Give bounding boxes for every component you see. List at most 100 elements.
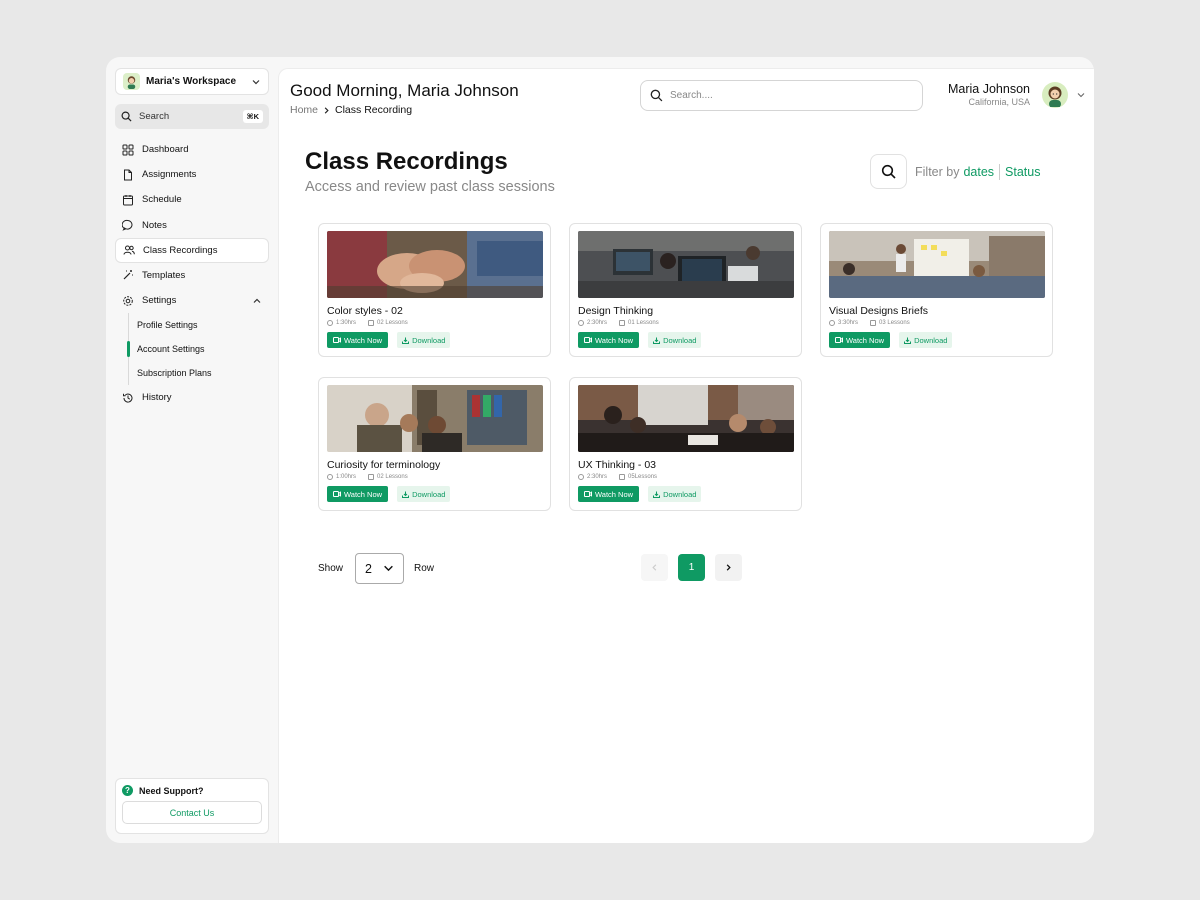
chevron-up-icon[interactable] xyxy=(252,296,262,306)
prev-page-button[interactable] xyxy=(641,554,668,581)
sidebar-item-templates[interactable]: Templates xyxy=(115,263,269,288)
avatar[interactable] xyxy=(1042,82,1068,108)
chevron-right-icon xyxy=(726,564,731,571)
filter-dates-link[interactable]: dates xyxy=(963,165,994,179)
sidebar-item-schedule[interactable]: Schedule xyxy=(115,187,269,212)
book-icon xyxy=(870,320,877,326)
video-icon xyxy=(333,491,341,497)
recording-meta: 1:00hrs 02 Lessons xyxy=(327,474,542,480)
sidebar-item-history[interactable]: History xyxy=(115,385,269,410)
recording-title: Visual Designs Briefs xyxy=(829,305,929,317)
grid-icon xyxy=(122,144,134,155)
workspace-switcher[interactable]: Maria's Workspace xyxy=(115,68,269,95)
recording-card[interactable]: Curiosity for terminology 1:00hrs 02 Les… xyxy=(318,377,551,511)
rows-select[interactable]: 2 xyxy=(355,553,405,584)
calendar-icon xyxy=(123,194,133,206)
watch-now-button[interactable]: Watch Now xyxy=(578,486,640,502)
recording-thumbnail xyxy=(327,231,543,298)
recording-duration: 2:30hrs xyxy=(578,320,607,326)
user-location: California, USA xyxy=(968,97,1030,107)
download-button[interactable]: Download xyxy=(899,332,953,348)
recording-meta: 1:30hrs 02 Lessons xyxy=(327,320,542,326)
contact-us-button[interactable]: Contact Us xyxy=(122,801,262,824)
page-subtitle: Access and review past class sessions xyxy=(305,179,555,195)
sidebar-item-class-recordings[interactable]: Class Recordings xyxy=(115,237,269,263)
settings-submenu: Profile Settings Account Settings Subscr… xyxy=(127,313,269,386)
user-info: Maria Johnson California, USA xyxy=(948,82,1030,107)
sidebar-item-label: History xyxy=(142,392,172,404)
watch-now-button[interactable]: Watch Now xyxy=(578,332,640,348)
recording-meta: 2:30hrs 01 Lessons xyxy=(578,320,793,326)
download-button[interactable]: Download xyxy=(397,332,451,348)
sidebar-item-label: Dashboard xyxy=(142,144,189,155)
search-icon xyxy=(881,164,896,179)
sidebar-item-assignments[interactable]: Assignments xyxy=(115,162,269,187)
download-button[interactable]: Download xyxy=(648,332,702,348)
recording-meta: 2:30hrs 05Lessons xyxy=(578,474,793,480)
filter-search-button[interactable] xyxy=(870,154,907,189)
sidebar-item-settings[interactable]: Settings xyxy=(115,288,269,313)
breadcrumb-home[interactable]: Home xyxy=(290,104,318,116)
rows-value: 2 xyxy=(365,561,372,576)
magic-wand-icon xyxy=(123,270,133,280)
clock-icon xyxy=(578,320,584,326)
clock-icon xyxy=(829,320,835,326)
sidebar-item-dashboard[interactable]: Dashboard xyxy=(115,137,269,162)
chevron-right-icon xyxy=(324,106,329,114)
recording-actions: Watch Now Download xyxy=(327,486,542,502)
recording-lessons: 01 Lessons xyxy=(619,320,659,326)
download-button[interactable]: Download xyxy=(397,486,451,502)
recording-duration: 1:30hrs xyxy=(327,320,356,326)
recording-title: UX Thinking - 03 xyxy=(578,459,657,471)
sidebar-item-label: Notes xyxy=(142,219,167,231)
submenu-item-profile-settings[interactable]: Profile Settings xyxy=(129,313,269,337)
page-number-button[interactable]: 1 xyxy=(678,554,705,581)
submenu-item-subscription-plans[interactable]: Subscription Plans xyxy=(129,361,269,385)
recording-thumbnail xyxy=(578,385,794,452)
recording-card[interactable]: Color styles - 02 1:30hrs 02 Lessons Wat… xyxy=(318,223,551,357)
recording-duration: 2:30hrs xyxy=(578,474,607,480)
submenu-item-account-settings[interactable]: Account Settings xyxy=(127,337,269,361)
watch-now-button[interactable]: Watch Now xyxy=(327,332,389,348)
sidebar-item-label: Settings xyxy=(142,295,177,307)
watch-now-button[interactable]: Watch Now xyxy=(327,486,389,502)
help-icon: ? xyxy=(122,785,133,796)
watch-now-button[interactable]: Watch Now xyxy=(829,332,891,348)
recording-actions: Watch Now Download xyxy=(829,332,1044,348)
recording-title: Design Thinking xyxy=(578,305,654,317)
sidebar-search[interactable]: Search ⌘K xyxy=(115,104,269,129)
support-box: ? Need Support? Contact Us xyxy=(115,778,269,834)
clock-icon xyxy=(578,474,584,480)
workspace-avatar-icon xyxy=(123,73,140,90)
workspace-name: Maria's Workspace xyxy=(146,76,237,87)
recording-thumbnail xyxy=(578,231,794,298)
row-label: Row xyxy=(414,563,435,574)
recording-card[interactable]: Design Thinking 2:30hrs 01 Lessons Watch… xyxy=(569,223,802,357)
main-content: Good Morning, Maria Johnson Home Class R… xyxy=(278,68,1094,843)
video-icon xyxy=(584,491,592,497)
book-icon xyxy=(619,474,626,480)
history-icon xyxy=(123,393,133,403)
file-icon xyxy=(124,169,132,181)
header-search[interactable] xyxy=(640,80,923,111)
download-icon xyxy=(653,337,661,344)
download-icon xyxy=(904,337,912,344)
chevron-down-icon[interactable] xyxy=(1076,90,1086,100)
sidebar-search-label: Search xyxy=(139,111,170,122)
download-button[interactable]: Download xyxy=(648,486,702,502)
download-icon xyxy=(653,491,661,498)
sidebar: Maria's Workspace Search ⌘K Dashboard As… xyxy=(106,57,278,843)
book-icon xyxy=(619,320,626,326)
search-shortcut-badge: ⌘K xyxy=(242,110,263,123)
recording-card[interactable]: UX Thinking - 03 2:30hrs 05Lessons Watch… xyxy=(569,377,802,511)
recording-thumbnail xyxy=(327,385,543,452)
sidebar-item-label: Class Recordings xyxy=(143,244,218,256)
recording-card[interactable]: Visual Designs Briefs 3:30hrs 03 Lessons… xyxy=(820,223,1053,357)
user-name: Maria Johnson xyxy=(948,82,1030,96)
sidebar-item-notes[interactable]: Notes xyxy=(115,213,269,238)
next-page-button[interactable] xyxy=(715,554,742,581)
filter-status-link[interactable]: Status xyxy=(1005,165,1040,179)
search-input[interactable] xyxy=(670,90,913,101)
download-icon xyxy=(402,337,410,344)
clock-icon xyxy=(327,320,333,326)
